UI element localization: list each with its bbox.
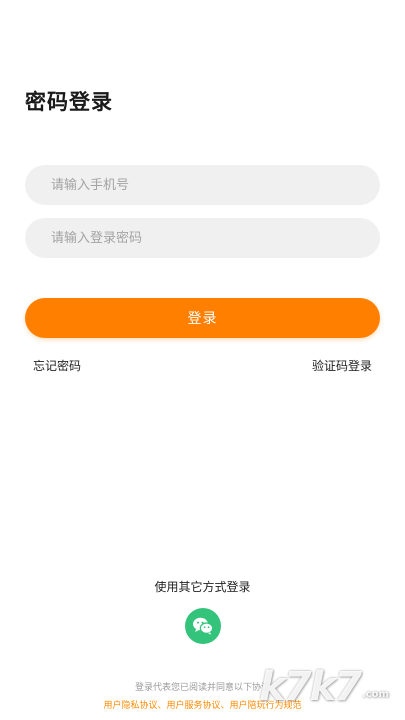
phone-input[interactable] [25,165,380,205]
wechat-login-button[interactable] [185,608,221,644]
login-button[interactable]: 登录 [25,298,380,338]
forgot-password-link[interactable]: 忘记密码 [33,357,81,374]
login-screen: 密码登录 登录 忘记密码 验证码登录 使用其它方式登录 登录代表您已阅读并同意以… [0,0,405,720]
sms-login-link[interactable]: 验证码登录 [312,357,372,374]
other-login-title: 使用其它方式登录 [154,580,251,594]
wechat-icon [193,617,214,635]
password-input[interactable] [25,218,380,258]
agreement-notice: 登录代表您已阅读并同意以下协议 [134,683,270,693]
agreement-links[interactable]: 用户隐私协议、用户服务协议、用户陪玩行为规范 [0,698,405,711]
page-title: 密码登录 [25,90,113,114]
